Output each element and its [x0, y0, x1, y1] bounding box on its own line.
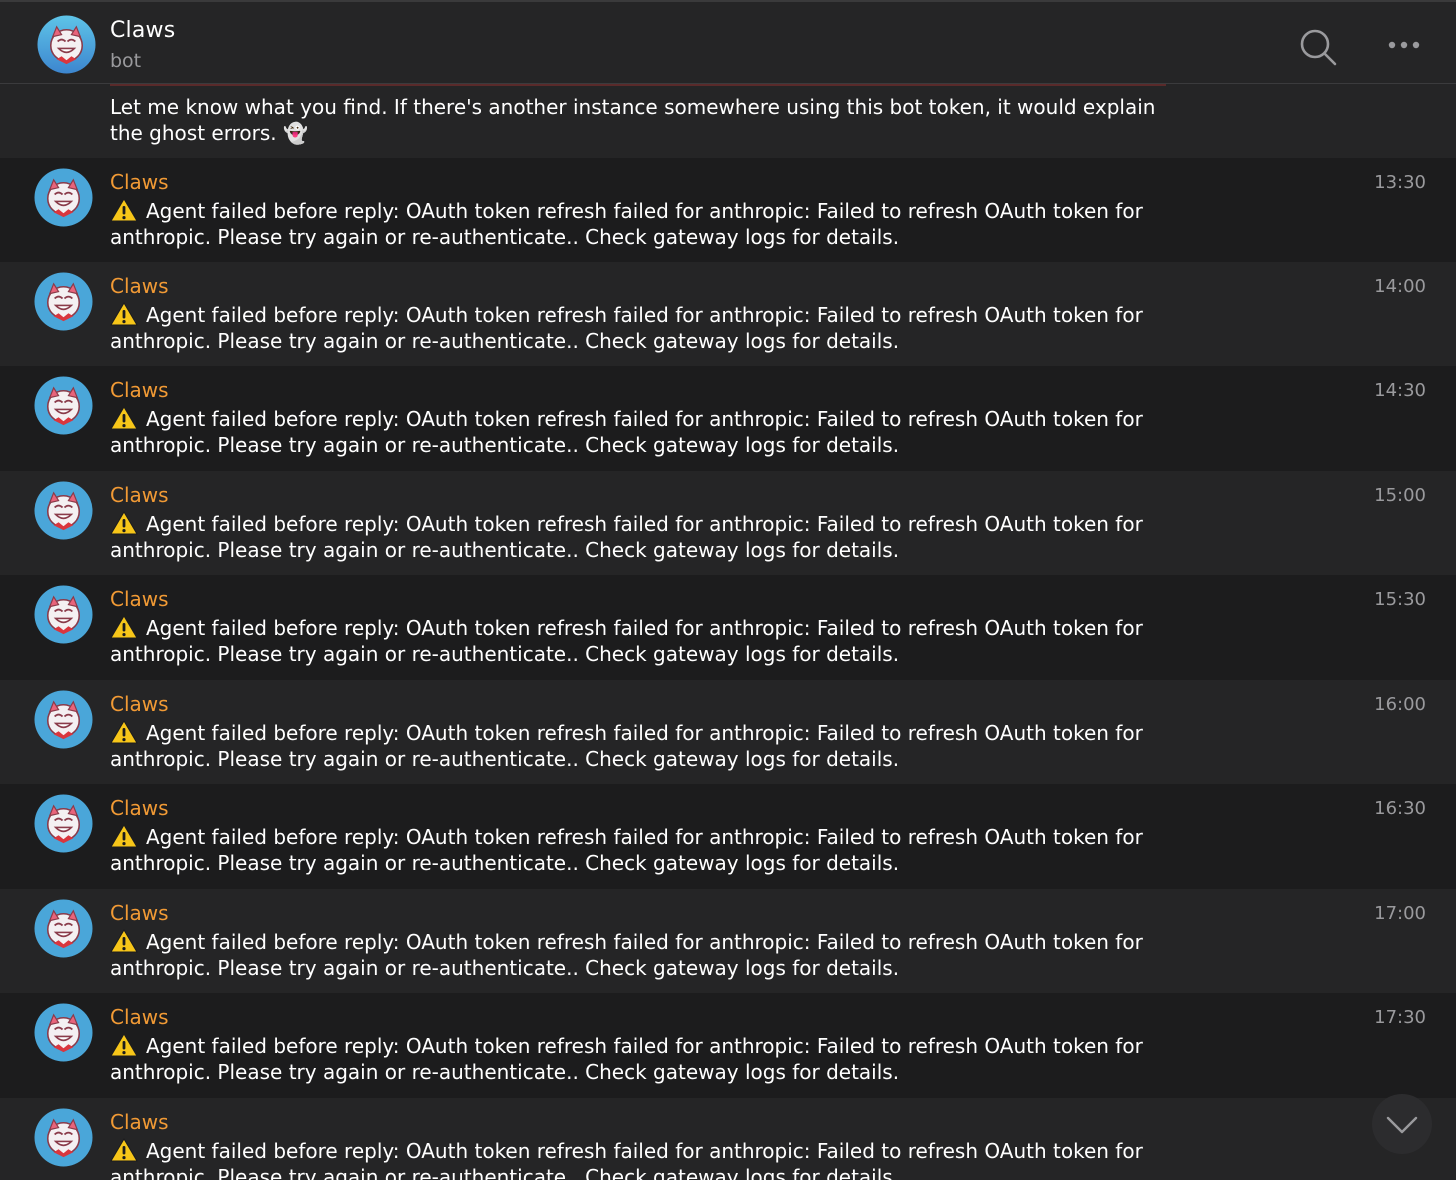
message-row[interactable]: Claws 14:30 Agent failed before reply: O… [0, 366, 1456, 470]
reply-divider [110, 84, 1166, 86]
message-sender[interactable]: Claws [110, 1005, 169, 1029]
message-row[interactable]: Claws 17:30 Agent failed before reply: O… [0, 993, 1456, 1097]
message-body[interactable]: Agent failed before reply: OAuth token r… [110, 615, 1170, 667]
message-row[interactable]: Claws 14:00 Agent failed before reply: O… [0, 262, 1456, 366]
warning-icon [110, 302, 138, 326]
warning-icon [110, 198, 138, 222]
warning-icon [110, 406, 138, 430]
previous-message: Let me know what you find. If there's an… [0, 84, 1456, 158]
message-body[interactable]: Agent failed before reply: OAuth token r… [110, 1033, 1170, 1085]
message-body[interactable]: Agent failed before reply: OAuth token r… [110, 929, 1170, 981]
bot-avatar-icon[interactable] [34, 899, 93, 958]
bot-avatar-icon[interactable] [34, 481, 93, 540]
bot-avatar-icon[interactable] [34, 1108, 93, 1167]
message-row[interactable]: Claws 13:30 Agent failed before reply: O… [0, 158, 1456, 262]
message-sender[interactable]: Claws [110, 170, 169, 194]
chat-header: Claws bot [0, 0, 1456, 84]
warning-icon [110, 929, 138, 953]
message-sender[interactable]: Claws [110, 274, 169, 298]
chevron-down-icon [1386, 1116, 1418, 1134]
message-text: Agent failed before reply: OAuth token r… [110, 616, 1143, 666]
message-time: 14:30 [1374, 380, 1426, 401]
warning-icon [110, 824, 138, 848]
message-text: Agent failed before reply: OAuth token r… [110, 825, 1143, 875]
message-text: Agent failed before reply: OAuth token r… [110, 930, 1143, 980]
message-time: 17:00 [1374, 903, 1426, 924]
previous-message-text[interactable]: Let me know what you find. If there's an… [110, 94, 1190, 146]
message-thread[interactable]: Let me know what you find. If there's an… [0, 84, 1456, 1180]
message-body[interactable]: Agent failed before reply: OAuth token r… [110, 1138, 1170, 1180]
message-time: 16:30 [1374, 798, 1426, 819]
message-row[interactable]: Claws 16:00 Agent failed before reply: O… [0, 680, 1456, 784]
search-icon[interactable] [1298, 27, 1338, 67]
message-text: Agent failed before reply: OAuth token r… [110, 407, 1143, 457]
chat-window: Claws bot Let me know what you find. If … [0, 0, 1456, 1180]
warning-icon [110, 1033, 138, 1057]
message-sender[interactable]: Claws [110, 1110, 169, 1134]
message-time: 16:00 [1374, 694, 1426, 715]
message-sender[interactable]: Claws [110, 587, 169, 611]
message-body[interactable]: Agent failed before reply: OAuth token r… [110, 511, 1170, 563]
warning-icon [110, 1138, 138, 1162]
scroll-to-bottom-button[interactable] [1372, 1094, 1432, 1154]
message-time: 14:00 [1374, 276, 1426, 297]
warning-icon [110, 720, 138, 744]
bot-avatar-icon[interactable] [34, 1003, 93, 1062]
message-body[interactable]: Agent failed before reply: OAuth token r… [110, 720, 1170, 772]
message-text: Agent failed before reply: OAuth token r… [110, 303, 1143, 353]
message-body[interactable]: Agent failed before reply: OAuth token r… [110, 406, 1170, 458]
message-row[interactable]: Claws 16:30 Agent failed before reply: O… [0, 784, 1456, 888]
more-dots-icon[interactable] [1384, 32, 1424, 58]
message-sender[interactable]: Claws [110, 483, 169, 507]
message-row[interactable]: Claws 17:00 Agent failed before reply: O… [0, 889, 1456, 993]
bot-avatar-icon[interactable] [34, 585, 93, 644]
chat-title[interactable]: Claws [110, 18, 175, 43]
message-time: 13:30 [1374, 172, 1426, 193]
message-time: 15:00 [1374, 485, 1426, 506]
message-row[interactable]: Claws 15:30 Agent failed before reply: O… [0, 575, 1456, 679]
bot-avatar-icon[interactable] [34, 376, 93, 435]
message-text: Agent failed before reply: OAuth token r… [110, 512, 1143, 562]
message-text: Agent failed before reply: OAuth token r… [110, 721, 1143, 771]
message-sender[interactable]: Claws [110, 378, 169, 402]
bot-avatar-icon[interactable] [37, 15, 96, 74]
message-time: 15:30 [1374, 589, 1426, 610]
message-body[interactable]: Agent failed before reply: OAuth token r… [110, 824, 1170, 876]
warning-icon [110, 615, 138, 639]
message-sender[interactable]: Claws [110, 692, 169, 716]
message-text: Agent failed before reply: OAuth token r… [110, 1034, 1143, 1084]
chat-subtitle: bot [110, 50, 142, 72]
message-text: Agent failed before reply: OAuth token r… [110, 1139, 1143, 1180]
warning-icon [110, 511, 138, 535]
message-row[interactable]: Claws Agent failed before reply: OAuth t… [0, 1098, 1456, 1180]
message-body[interactable]: Agent failed before reply: OAuth token r… [110, 198, 1170, 250]
bot-avatar-icon[interactable] [34, 272, 93, 331]
bot-avatar-icon[interactable] [34, 168, 93, 227]
bot-avatar-icon[interactable] [34, 794, 93, 853]
message-body[interactable]: Agent failed before reply: OAuth token r… [110, 302, 1170, 354]
message-sender[interactable]: Claws [110, 796, 169, 820]
message-text: Agent failed before reply: OAuth token r… [110, 199, 1143, 249]
message-sender[interactable]: Claws [110, 901, 169, 925]
message-time: 17:30 [1374, 1007, 1426, 1028]
bot-avatar-icon[interactable] [34, 690, 93, 749]
message-row[interactable]: Claws 15:00 Agent failed before reply: O… [0, 471, 1456, 575]
